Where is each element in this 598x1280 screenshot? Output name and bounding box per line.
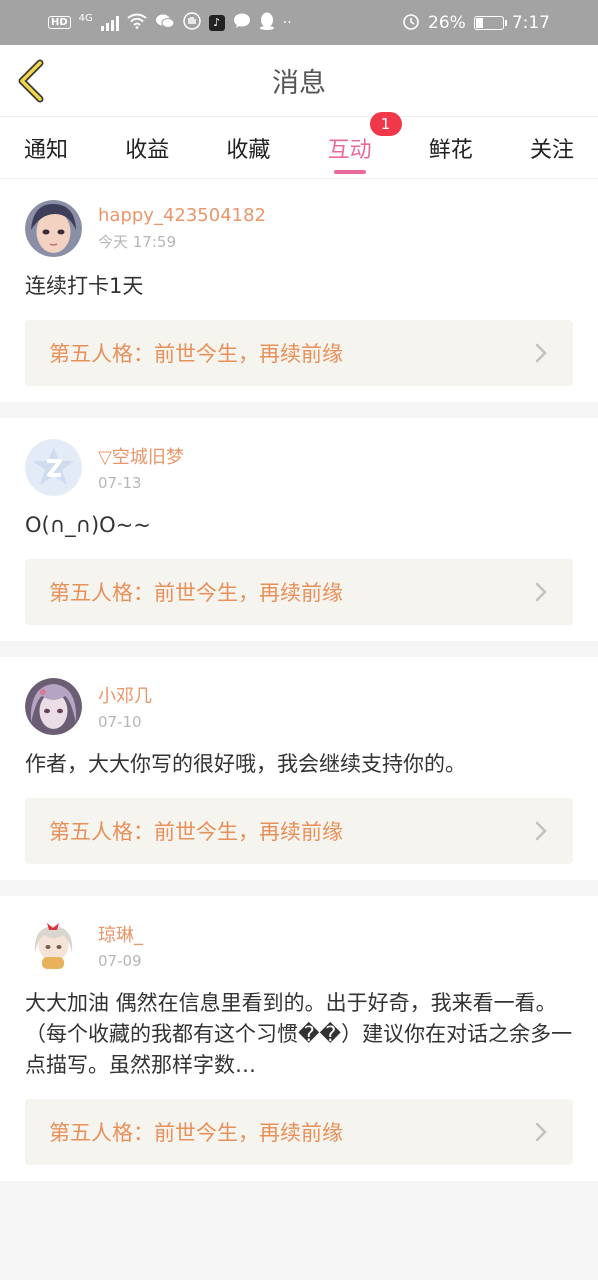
card-header: happy_423504182 今天 17:59 bbox=[25, 199, 573, 257]
default-qq-avatar bbox=[25, 438, 82, 496]
tab-bar: 通知 收益 收藏 互动 1 鲜花 关注 bbox=[0, 111, 598, 179]
novel-link[interactable]: 第五人格：前世今生，再续前缘 bbox=[25, 559, 573, 625]
message-card: 琼琳_ 07-09 大大加油 偶然在信息里看到的。出于好奇，我来看一看。（每个收… bbox=[0, 896, 598, 1181]
avatar[interactable] bbox=[25, 438, 82, 496]
chevron-right-icon bbox=[535, 1122, 547, 1142]
comment-text: 作者，大大你写的很好哦，我会继续支持你的。 bbox=[25, 752, 466, 776]
battery-icon bbox=[473, 15, 507, 30]
avatar[interactable] bbox=[25, 677, 82, 735]
qq-icon bbox=[259, 12, 275, 33]
card-header: 琼琳_ 07-09 bbox=[25, 916, 573, 974]
tab-interaction-label: 互动 bbox=[327, 137, 372, 163]
anime-girl-dark-hair-avatar bbox=[25, 199, 82, 257]
novel-link[interactable]: 第五人格：前世今生，再续前缘 bbox=[25, 320, 573, 386]
tab-interaction[interactable]: 互动 1 bbox=[327, 111, 402, 164]
hd-icon: HD bbox=[48, 16, 71, 29]
novel-link[interactable]: 第五人格：前世今生，再续前缘 bbox=[25, 798, 573, 864]
hand-icon bbox=[183, 12, 201, 33]
wechat-icon bbox=[155, 13, 175, 32]
message-card: happy_423504182 今天 17:59 连续打卡1天 第五人格：前世今… bbox=[0, 179, 598, 402]
card-header: 小邓几 07-10 bbox=[25, 677, 573, 735]
post-date: 07-13 bbox=[98, 473, 142, 492]
user-meta: 琼琳_ 07-09 bbox=[98, 921, 143, 970]
novel-title: 第五人格：前世今生，再续前缘 bbox=[49, 342, 343, 366]
page-title: 消息 bbox=[272, 68, 326, 99]
message-feed: happy_423504182 今天 17:59 连续打卡1天 第五人格：前世今… bbox=[0, 179, 598, 1181]
chevron-right-icon bbox=[535, 343, 547, 363]
username[interactable]: 琼琳_ bbox=[98, 921, 143, 947]
tab-flowers[interactable]: 鲜花 bbox=[429, 132, 473, 164]
username[interactable]: ▽空城旧梦 bbox=[98, 443, 184, 469]
user-meta: happy_423504182 今天 17:59 bbox=[98, 205, 266, 252]
username[interactable]: happy_423504182 bbox=[98, 205, 266, 226]
tiktok-icon: ♪ bbox=[208, 14, 225, 31]
network-type-label: 4G bbox=[78, 13, 93, 24]
novel-title: 第五人格：前世今生，再续前缘 bbox=[49, 581, 343, 605]
status-bar: HD 4G ♪ ·· 26% 7:17 bbox=[0, 0, 598, 45]
novel-title: 第五人格：前世今生，再续前缘 bbox=[49, 1121, 343, 1145]
comment-text: 连续打卡1天 bbox=[25, 274, 144, 298]
tab-follow[interactable]: 关注 bbox=[530, 132, 574, 164]
anime-girl-purple-avatar bbox=[25, 677, 82, 735]
chevron-left-icon bbox=[18, 59, 44, 103]
card-header: ▽空城旧梦 07-13 bbox=[25, 438, 573, 496]
tab-earnings[interactable]: 收益 bbox=[125, 132, 169, 164]
status-left: HD 4G ♪ ·· bbox=[48, 12, 292, 33]
user-meta: 小邓几 07-10 bbox=[98, 682, 152, 731]
header-bar: 消息 bbox=[0, 45, 598, 117]
user-meta: ▽空城旧梦 07-13 bbox=[98, 443, 184, 492]
wifi-icon bbox=[127, 13, 147, 32]
message-card: 小邓几 07-10 作者，大大你写的很好哦，我会继续支持你的。 第五人格：前世今… bbox=[0, 657, 598, 880]
battery-percent: 26% bbox=[428, 12, 466, 33]
post-date: 07-10 bbox=[98, 712, 142, 731]
clock: 7:17 bbox=[511, 12, 550, 33]
anime-girl-white-hair-avatar bbox=[25, 916, 82, 974]
post-date: 07-09 bbox=[98, 951, 142, 970]
signal-icon bbox=[100, 15, 119, 31]
novel-title: 第五人格：前世今生，再续前缘 bbox=[49, 820, 343, 844]
unread-badge: 1 bbox=[369, 111, 402, 136]
tab-favorites[interactable]: 收藏 bbox=[226, 132, 270, 164]
chevron-right-icon bbox=[535, 582, 547, 602]
alarm-icon bbox=[402, 12, 420, 33]
tab-notice[interactable]: 通知 bbox=[24, 132, 68, 164]
novel-link[interactable]: 第五人格：前世今生，再续前缘 bbox=[25, 1099, 573, 1165]
message-bubble-icon bbox=[233, 13, 251, 32]
comment-text: O(∩_∩)O~~ bbox=[25, 513, 151, 537]
chevron-right-icon bbox=[535, 821, 547, 841]
battery-fill bbox=[475, 17, 484, 28]
back-button[interactable] bbox=[16, 59, 46, 103]
more-dots-icon: ·· bbox=[282, 14, 292, 31]
message-card: ▽空城旧梦 07-13 O(∩_∩)O~~ 第五人格：前世今生，再续前缘 bbox=[0, 418, 598, 641]
comment-text: 大大加油 偶然在信息里看到的。出于好奇，我来看一看。（每个收藏的我都有这个习惯�… bbox=[25, 991, 573, 1077]
status-right: 26% 7:17 bbox=[402, 12, 550, 33]
username[interactable]: 小邓几 bbox=[98, 682, 152, 708]
post-date: 今天 17:59 bbox=[98, 232, 176, 251]
avatar[interactable] bbox=[25, 199, 82, 257]
avatar[interactable] bbox=[25, 916, 82, 974]
